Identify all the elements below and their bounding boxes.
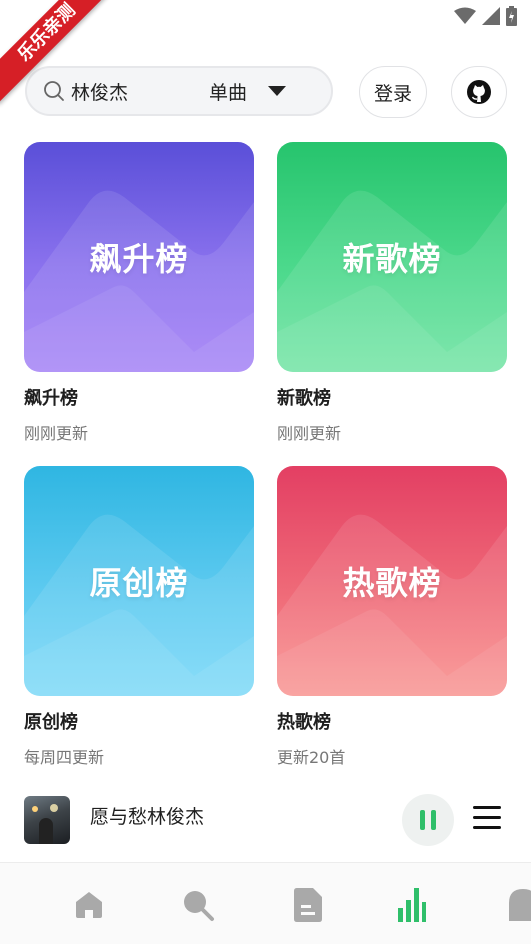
chart-subtitle: 更新20首 xyxy=(277,748,346,767)
chart-title[interactable]: 原创榜 xyxy=(24,708,78,734)
chart-subtitle: 刚刚更新 xyxy=(24,424,89,443)
chart-title[interactable]: 飙升榜 xyxy=(24,384,78,410)
search-input[interactable]: 林俊杰 xyxy=(71,78,201,105)
chart-subtitle: 每周四更新 xyxy=(24,748,105,767)
chart-card-original[interactable]: 原创榜 xyxy=(24,466,254,696)
battery-icon xyxy=(506,6,517,26)
signal-icon xyxy=(482,7,500,25)
bottom-nav xyxy=(0,862,531,944)
chart-title[interactable]: 热歌榜 xyxy=(277,708,331,734)
search-icon xyxy=(44,81,64,101)
home-icon xyxy=(76,892,102,918)
album-cover[interactable] xyxy=(24,796,70,844)
chart-card-soaring[interactable]: 飙升榜 xyxy=(24,142,254,372)
card-cover-text: 新歌榜 xyxy=(342,240,442,278)
nav-profile[interactable] xyxy=(503,885,531,925)
pause-icon xyxy=(420,810,425,830)
chart-card-new[interactable]: 新歌榜 xyxy=(277,142,507,372)
menu-icon xyxy=(473,806,501,809)
nav-search[interactable] xyxy=(178,885,218,925)
card-cover-text: 热歌榜 xyxy=(342,564,442,602)
chart-card-hot[interactable]: 热歌榜 xyxy=(277,466,507,696)
card-cover-text: 原创榜 xyxy=(89,564,189,602)
nav-playlist[interactable] xyxy=(288,885,328,925)
login-button[interactable]: 登录 xyxy=(359,66,427,118)
nav-charts[interactable] xyxy=(392,885,432,925)
github-button[interactable] xyxy=(451,66,507,118)
card-cover-text: 飙升榜 xyxy=(89,240,189,278)
search-bar[interactable]: 林俊杰 单曲 xyxy=(25,66,333,116)
profile-icon xyxy=(509,889,531,921)
chart-subtitle: 刚刚更新 xyxy=(277,424,342,443)
github-icon xyxy=(467,80,491,104)
chart-title[interactable]: 新歌榜 xyxy=(277,384,331,410)
playlist-menu-button[interactable] xyxy=(473,806,501,832)
pause-icon xyxy=(431,810,436,830)
search-type-select[interactable]: 单曲 xyxy=(209,78,247,105)
search-icon xyxy=(184,891,214,921)
now-playing-title[interactable]: 愿与愁林俊杰 xyxy=(90,802,204,829)
chevron-down-icon[interactable] xyxy=(267,85,287,97)
pause-button[interactable] xyxy=(402,794,454,846)
wifi-icon xyxy=(454,7,476,24)
chart-icon xyxy=(398,888,426,922)
nav-home[interactable] xyxy=(69,885,109,925)
playlist-icon xyxy=(294,888,322,922)
